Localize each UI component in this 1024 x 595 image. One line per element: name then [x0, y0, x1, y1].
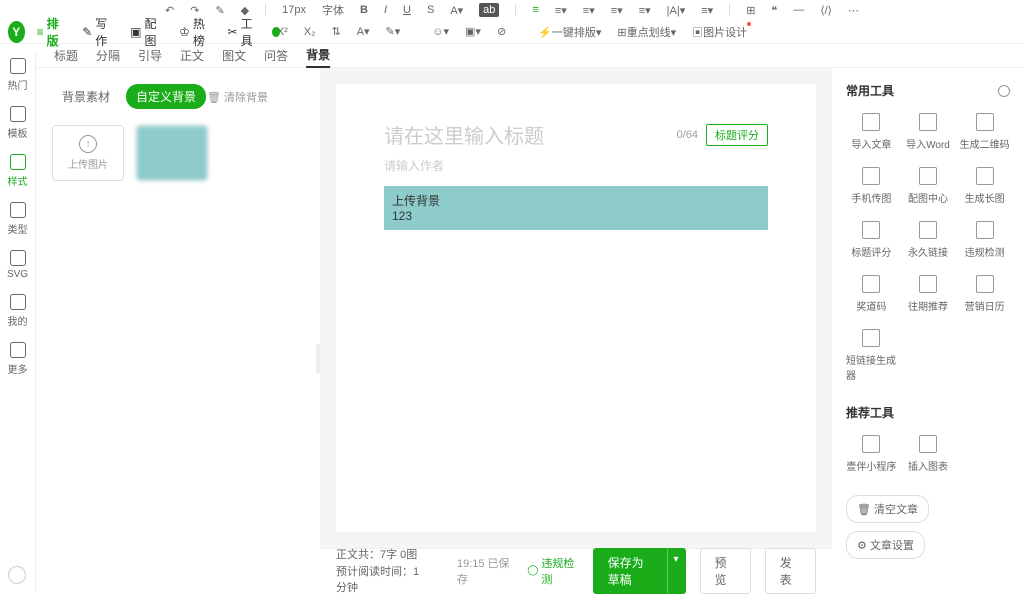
tool-miniprogram[interactable]: 壹伴小程序	[846, 435, 897, 473]
refresh-icon[interactable]	[8, 566, 26, 584]
title-input[interactable]: 请在这里输入标题	[384, 120, 677, 149]
strike-button[interactable]: S	[427, 4, 434, 16]
rail-more[interactable]: 更多	[8, 342, 28, 376]
font-size-select[interactable]: 17px	[282, 4, 306, 16]
gear-icon[interactable]	[998, 85, 1010, 97]
tab-guide[interactable]: 引导	[138, 44, 162, 67]
save-time: 19:15 已保存	[457, 555, 513, 587]
article-settings-button[interactable]: ⚙ 文章设置	[846, 531, 925, 559]
bg-color-button[interactable]: ab	[479, 3, 499, 17]
tool-image-center[interactable]: 配图中心	[903, 167, 954, 205]
upload-icon	[79, 135, 97, 153]
common-tools-title: 常用工具	[846, 82, 894, 99]
tab-imagetext[interactable]: 图文	[222, 44, 246, 67]
tab-title[interactable]: 标题	[54, 44, 78, 67]
violation-check-button[interactable]: 违规检测	[527, 555, 578, 587]
rail-hot[interactable]: 热门	[8, 58, 28, 92]
font-family-select[interactable]: 字体	[322, 2, 344, 18]
read-time: 预计阅读时间：1分钟	[336, 563, 429, 595]
rail-type[interactable]: 类型	[8, 202, 28, 236]
background-thumbnail[interactable]	[136, 125, 208, 181]
tool-import-article[interactable]: 导入文章	[846, 113, 897, 151]
tool-title-score[interactable]: 标题评分	[846, 221, 897, 259]
one-key-format-button[interactable]: ⚡一键排版▾	[538, 24, 601, 40]
code-button[interactable]: ⟨/⟩	[820, 4, 832, 17]
highlight-button[interactable]: ✎▾	[386, 25, 401, 38]
align-left-button[interactable]: ≡	[532, 4, 538, 16]
align-justify-button[interactable]: ≡▾	[583, 4, 595, 17]
divider	[265, 4, 266, 16]
content-line: 上传背景	[392, 192, 760, 209]
underline-color-button[interactable]: A▾	[357, 25, 370, 38]
tool-insert-chart[interactable]: 插入图表	[903, 435, 954, 473]
italic-button[interactable]: I	[384, 4, 387, 16]
tool-long-image[interactable]: 生成长图	[959, 167, 1010, 205]
clear-article-button[interactable]: 🗑 清空文章	[846, 495, 929, 523]
line-height-button[interactable]: ≡▾	[611, 4, 623, 17]
tool-qrcode[interactable]: 生成二维码	[959, 113, 1010, 151]
content-block[interactable]: 上传背景 123	[384, 186, 768, 230]
title-score-button[interactable]: 标题评分	[706, 124, 768, 146]
tab-background[interactable]: 背景	[306, 43, 330, 68]
tool-channel-code[interactable]: 奖道码	[846, 275, 897, 313]
tab-divider[interactable]: 分隔	[96, 44, 120, 67]
tool-perm-link[interactable]: 永久链接	[903, 221, 954, 259]
divider	[729, 4, 730, 16]
tool-violation[interactable]: 违规检测	[959, 221, 1010, 259]
clear-background-button[interactable]: 🗑 清除背景	[207, 89, 268, 105]
table-button[interactable]: ⊞	[746, 4, 755, 17]
align-center-button[interactable]: ≡▾	[555, 4, 567, 17]
publish-button[interactable]: 发表	[765, 548, 816, 594]
indent-button[interactable]: ≡▾	[639, 4, 651, 17]
save-draft-button[interactable]: 保存为草稿	[593, 548, 671, 594]
insert-image-button[interactable]: ▣▾	[465, 25, 481, 38]
preview-button[interactable]: 预览	[700, 548, 751, 594]
panel-tab-material[interactable]: 背景素材	[52, 84, 120, 109]
divider	[515, 4, 516, 16]
upload-image-button[interactable]: 上传图片	[52, 125, 124, 181]
underline-button[interactable]: U	[403, 4, 411, 16]
recommend-tools-title: 推荐工具	[846, 404, 894, 421]
more-button[interactable]: ⋯	[848, 4, 859, 17]
subscript-button[interactable]: X₂	[304, 26, 316, 38]
letter-spacing-button[interactable]: |A|▾	[667, 4, 686, 17]
logo[interactable]: Y	[8, 21, 25, 43]
nav-dot-icon	[272, 27, 280, 37]
title-char-count: 0/64	[677, 129, 698, 141]
content-line: 123	[392, 209, 760, 223]
format-clear-button[interactable]: ⊘	[497, 25, 506, 38]
tool-phone-upload[interactable]: 手机传图	[846, 167, 897, 205]
hr-button[interactable]: —	[793, 4, 804, 16]
tab-body[interactable]: 正文	[180, 44, 204, 67]
tool-short-link[interactable]: 短链接生成器	[846, 329, 897, 382]
tool-past-rec[interactable]: 往期推荐	[903, 275, 954, 313]
bold-button[interactable]: B	[360, 4, 368, 16]
panel-tab-custom[interactable]: 自定义背景	[126, 84, 206, 109]
save-draft-dropdown[interactable]: ▾	[667, 548, 686, 594]
image-design-button[interactable]: ▣图片设计	[692, 24, 747, 40]
focus-dash-button[interactable]: ⊞重点划线▾	[617, 24, 676, 40]
tool-marketing-cal[interactable]: 营销日历	[959, 275, 1010, 313]
rail-style[interactable]: 样式	[8, 154, 28, 188]
word-count: 正文共：7字 0图	[336, 546, 429, 562]
emoji-button[interactable]: ☺▾	[432, 25, 449, 38]
editor-canvas[interactable]: 请在这里输入标题 0/64 标题评分 请输入作者 上传背景 123	[336, 84, 816, 532]
rail-my[interactable]: 我的	[8, 294, 28, 328]
list-button[interactable]: ≡▾	[701, 4, 713, 17]
rail-svg[interactable]: SVG	[7, 250, 28, 280]
rail-template[interactable]: 模板	[8, 106, 28, 140]
font-color-button[interactable]: A▾	[450, 4, 463, 17]
quote-button[interactable]: ❝	[771, 4, 777, 17]
author-input[interactable]: 请输入作者	[384, 157, 768, 174]
tool-import-word[interactable]: 导入Word	[903, 113, 954, 151]
text-direction-button[interactable]: ⇅	[331, 25, 340, 38]
tab-qa[interactable]: 问答	[264, 44, 288, 67]
